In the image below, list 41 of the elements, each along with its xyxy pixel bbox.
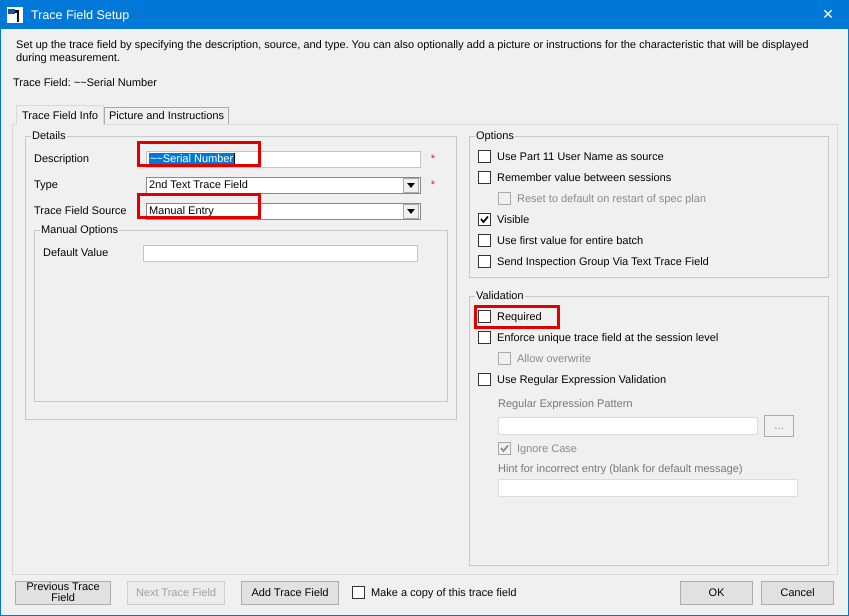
checkbox-option[interactable]: Send Inspection Group Via Text Trace Field (478, 255, 709, 268)
nav-button[interactable]: Previous Trace Field (15, 580, 111, 604)
tab[interactable]: Trace Field Info (16, 105, 104, 125)
trace-field-value: ~~Serial Number (74, 77, 157, 89)
dropdown[interactable]: Manual Entry (146, 202, 421, 220)
field-value: ~~Serial Number (149, 153, 234, 165)
checkbox[interactable] (478, 171, 491, 184)
app-icon (7, 7, 23, 23)
checkbox[interactable] (478, 255, 491, 268)
close-button[interactable]: ✕ (808, 1, 848, 29)
dropdown[interactable]: 2nd Text Trace Field (146, 176, 421, 194)
field-label: Hint for incorrect entry (blank for default message) (498, 462, 744, 477)
field-label: Description (34, 153, 90, 165)
checkbox[interactable] (352, 586, 365, 599)
group-label: Details (31, 130, 67, 142)
tab[interactable]: Picture and Instructions (104, 107, 229, 124)
checkbox-option[interactable]: Make a copy of this trace field (352, 586, 517, 599)
cancel-button[interactable]: Cancel (761, 580, 834, 604)
nav-button[interactable]: Add Trace Field (241, 580, 339, 604)
checkbox-option[interactable]: Remember value between sessions (478, 171, 672, 184)
field-label: Trace Field Source (34, 205, 128, 217)
ok-button[interactable]: OK (680, 580, 753, 604)
description-field[interactable]: ~~Serial Number (146, 150, 421, 168)
field-label: Regular Expression Pattern (498, 397, 634, 412)
required-marker: * (430, 153, 435, 165)
required-marker: * (430, 179, 435, 191)
checkbox-option[interactable]: Use first value for entire batch (478, 234, 644, 247)
field-label: Default Value (43, 247, 110, 259)
field-label: Type (34, 179, 59, 191)
window-title: Trace Field Setup (31, 8, 130, 22)
trace-field-label: Trace Field: (13, 77, 71, 89)
checkbox-option[interactable]: Visible (478, 213, 530, 226)
group-label: Options (475, 130, 515, 142)
checkbox-option[interactable]: Use Part 11 User Name as source (478, 150, 664, 163)
group-label: Manual Options (40, 224, 120, 236)
group-label: Validation (475, 290, 524, 302)
default-value-field[interactable] (143, 244, 418, 262)
instructions-text: Set up the trace field by specifying the description, source, and type. You can also optionally add a picture or instructions for the characteristic that will be displayed during measurement. (16, 39, 810, 65)
checkbox[interactable] (478, 150, 491, 163)
checkbox[interactable] (478, 234, 491, 247)
checkbox[interactable] (478, 213, 491, 226)
